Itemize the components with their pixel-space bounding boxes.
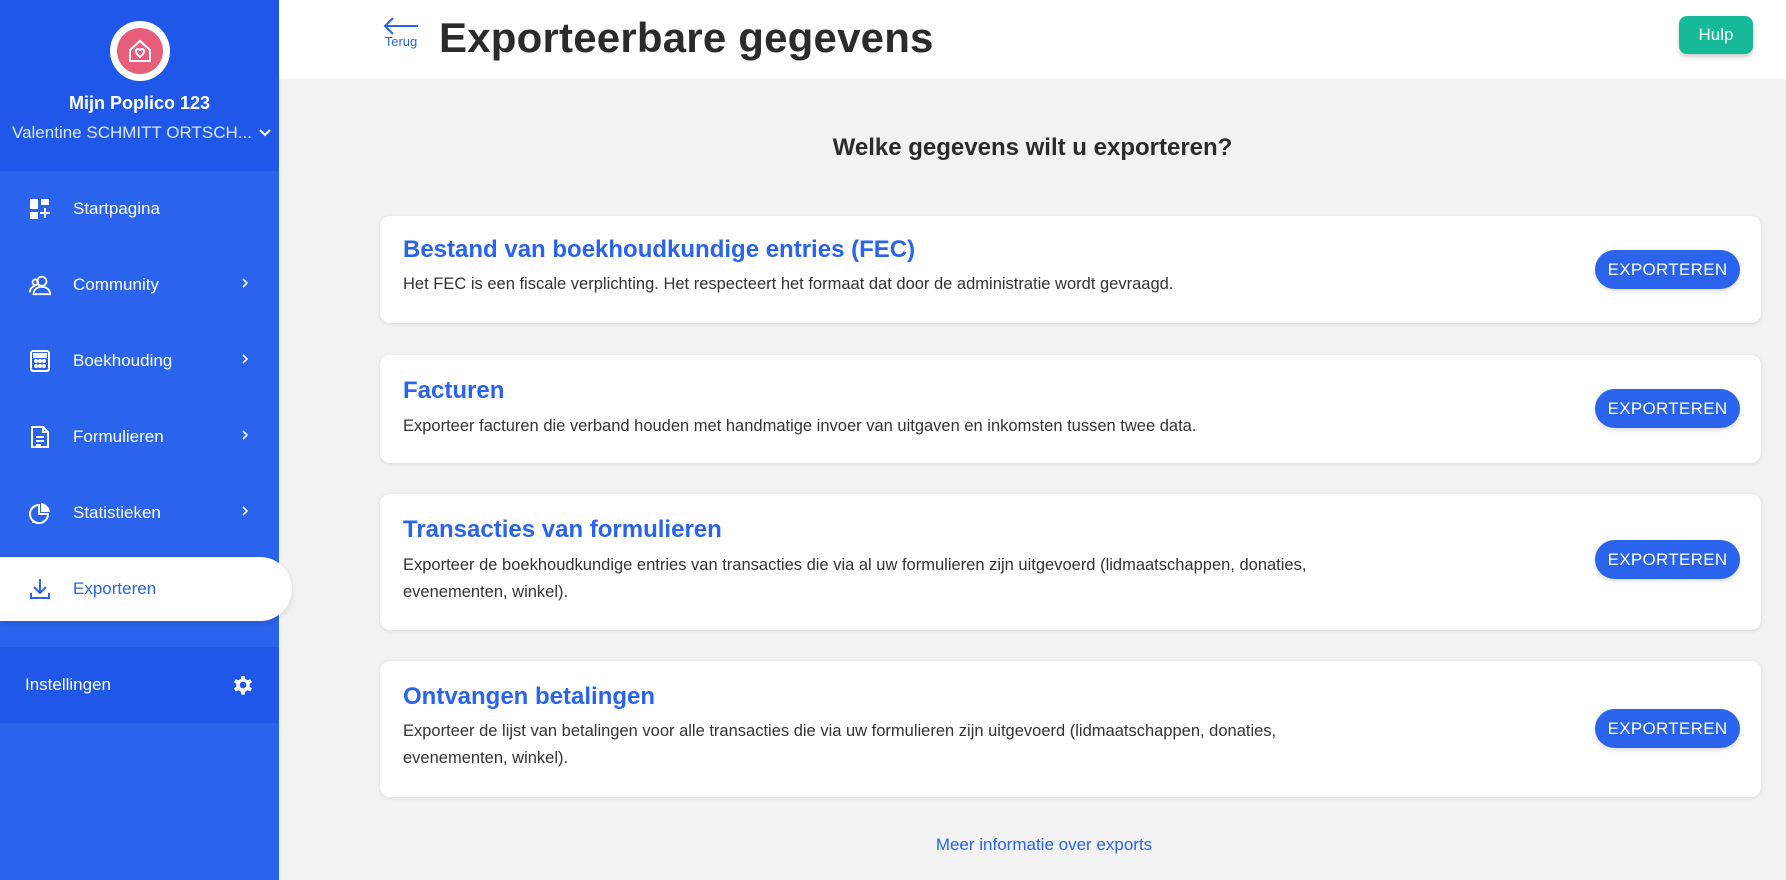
help-button[interactable]: Hulp [1679, 16, 1753, 54]
sidebar-item-instellingen[interactable]: Instellingen [0, 647, 279, 723]
export-button[interactable]: EXPORTEREN [1595, 709, 1740, 748]
export-card-betalingen: Ontvangen betalingen Exporteer de lijst … [380, 661, 1761, 797]
sidebar-item-label: Exporteren [73, 579, 157, 598]
sidebar-item-label: Statistieken [73, 503, 161, 522]
sidebar-item-exporteren[interactable]: Exporteren [0, 557, 292, 621]
page-title: Exporteerbare gegevens [439, 14, 934, 61]
more-info-link[interactable]: Meer informatie over exports [279, 835, 1786, 855]
sidebar-item-boekhouding[interactable]: Boekhouding [0, 323, 279, 399]
user-switcher[interactable]: Valentine SCHMITT ORTSCH... [12, 123, 272, 143]
card-title: Transacties van formulieren [403, 516, 722, 543]
user-name: Valentine SCHMITT ORTSCH... [12, 123, 252, 142]
sidebar-header: Mijn Poplico 123 Valentine SCHMITT ORTSC… [0, 0, 279, 171]
page-header: Terug Exporteerbare gegevens Hulp [279, 0, 1786, 79]
export-button[interactable]: EXPORTEREN [1595, 540, 1740, 579]
gear-icon [234, 676, 252, 695]
export-button[interactable]: EXPORTEREN [1595, 250, 1740, 289]
export-button[interactable]: EXPORTEREN [1595, 389, 1740, 428]
section-question: Welke gegevens wilt u exporteren? [832, 134, 1233, 161]
sidebar-item-startpagina[interactable]: Startpagina [0, 171, 279, 247]
sidebar-item-statistieken[interactable]: Statistieken [0, 475, 279, 551]
dashboard-icon [28, 197, 52, 221]
sidebar-item-label: Boekhouding [73, 351, 173, 370]
card-title: Bestand van boekhoudkundige entries (FEC… [403, 236, 916, 263]
arrow-left-icon [383, 17, 418, 35]
org-logo[interactable] [110, 21, 170, 81]
sidebar-item-community[interactable]: Community [0, 247, 279, 323]
sidebar: Mijn Poplico 123 Valentine SCHMITT ORTSC… [0, 0, 292, 880]
card-description: Het FEC is een fiscale verplichting. Het… [403, 275, 1174, 293]
users-icon [28, 273, 52, 297]
org-name: Mijn Poplico 123 [68, 93, 211, 113]
back-button[interactable]: Terug [382, 16, 420, 49]
card-title: Facturen [403, 377, 505, 404]
sidebar-item-label: Startpagina [73, 199, 160, 218]
sidebar-item-label: Formulieren [73, 427, 164, 446]
export-card-facturen: Facturen Exporteer facturen die verband … [380, 355, 1761, 463]
card-description: Exporteer de lijst van betalingen voor a… [403, 722, 1277, 767]
chevron-right-icon [242, 506, 249, 516]
chevron-down-icon [259, 129, 271, 137]
card-description: Exporteer de boekhoudkundige entries van… [403, 556, 1307, 601]
download-icon [28, 577, 52, 601]
heart-house-icon [117, 28, 163, 74]
chevron-right-icon [242, 354, 249, 364]
back-label: Terug [384, 34, 418, 49]
chevron-right-icon [242, 430, 249, 440]
card-description: Exporteer facturen die verband houden me… [403, 417, 1197, 435]
export-card-fec: Bestand van boekhoudkundige entries (FEC… [380, 216, 1761, 323]
sidebar-item-formulieren[interactable]: Formulieren [0, 399, 279, 475]
export-card-transacties: Transacties van formulieren Exporteer de… [380, 494, 1761, 630]
chevron-right-icon [242, 278, 249, 288]
settings-label: Instellingen [25, 675, 112, 694]
calculator-icon [28, 349, 52, 373]
card-title: Ontvangen betalingen [403, 683, 656, 710]
pie-chart-icon [28, 501, 52, 525]
sidebar-nav: Startpagina Community Boekhouding Formul… [0, 171, 292, 627]
sidebar-item-label: Community [73, 275, 159, 294]
document-icon [28, 425, 52, 449]
